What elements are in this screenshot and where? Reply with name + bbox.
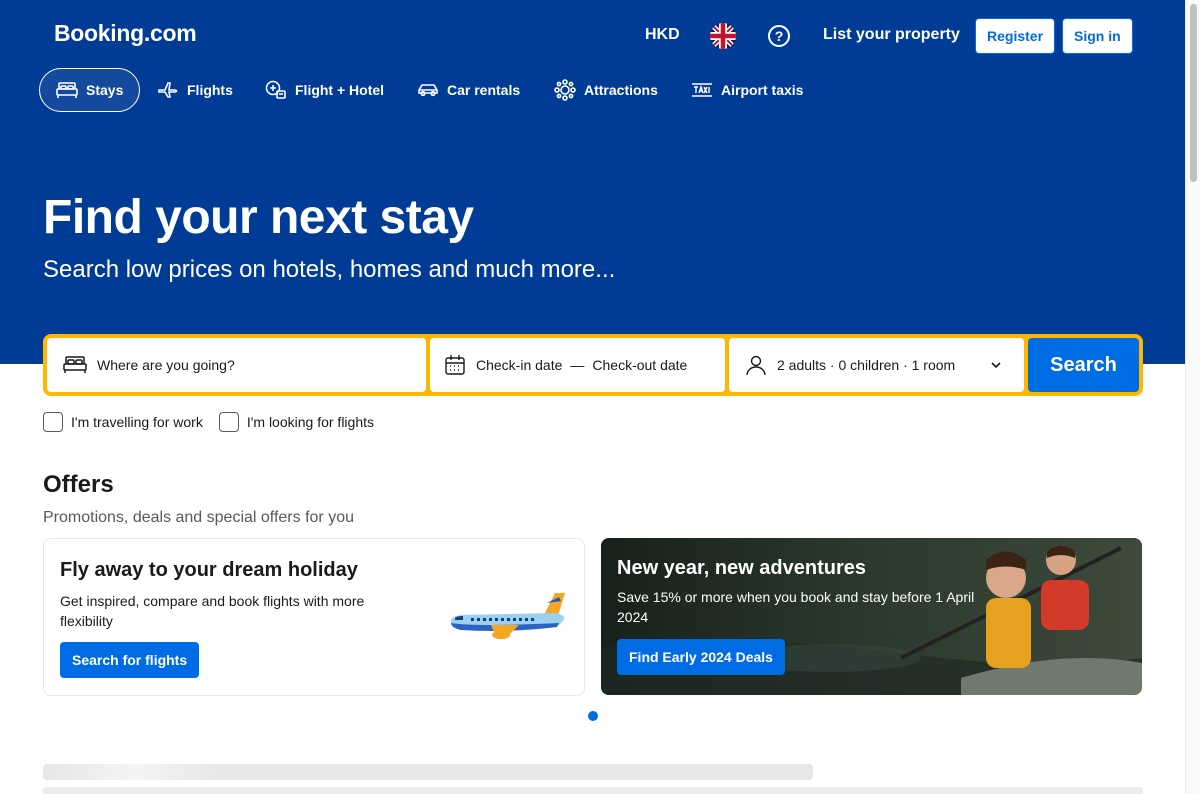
list-your-property-link[interactable]: List your property [823,26,960,44]
offer-card-new-year: New year, new adventures Save 15% or mor… [601,538,1142,695]
header-actions: HKD ? List your property Register Sign i… [0,18,1185,54]
date-separator: — [570,357,585,373]
loading-placeholder [43,764,813,780]
carousel-dot-active[interactable] [588,711,598,721]
nav-label: Airport taxis [721,82,804,98]
flight-hotel-icon [265,80,286,99]
currency-selector[interactable]: HKD [645,26,680,44]
question-circle-icon[interactable]: ? [768,25,790,47]
attractions-icon [554,79,576,101]
checkbox-box[interactable] [218,412,239,432]
nav-tab-stays[interactable]: Stays [39,68,141,112]
offer-title: New year, new adventures [617,557,867,579]
plane-icon [158,82,178,98]
checkin-label: Check-in date [476,357,563,373]
destination-placeholder: Where are you going? [97,357,235,373]
checkbox-label: I'm travelling for work [71,414,203,430]
offer-text: Save 15% or more when you book and stay … [617,589,975,625]
nav-label: Attractions [584,82,658,98]
checkout-label: Check-out date [592,357,688,373]
scrollbar-thumb[interactable] [1190,4,1197,182]
page-scrollbar[interactable] [1185,0,1200,794]
search-options: I'm travelling for work I'm looking for … [43,412,390,432]
car-icon [418,84,438,97]
calendar-icon [445,355,465,375]
checkbox-label: I'm looking for flights [246,414,374,430]
nav-label: Stays [86,82,124,98]
nav-tab-airport-taxis[interactable]: Airport taxis [691,68,803,112]
checkbox-box[interactable] [43,412,63,432]
search-bar: Where are you going? Check-in date — Che… [43,334,1143,396]
search-flights-button[interactable]: Search for flights [60,642,200,678]
hero-banner: Booking.com HKD ? List your property Reg… [0,0,1185,364]
early-deals-button[interactable]: Find Early 2024 Deals [617,639,785,675]
guests-summary: 2 adults · 0 children · 1 room [777,357,956,373]
offer-title: Fly away to your dream holiday [60,559,358,581]
bed-icon [63,356,87,373]
nav-label: Flights [187,82,233,98]
search-button[interactable]: Search [1028,338,1139,392]
loading-placeholder [43,787,1143,794]
nav-tab-attractions[interactable]: Attractions [554,68,658,112]
nav-tab-flight-hotel[interactable]: Flight + Hotel [265,68,384,112]
person-icon [746,355,766,376]
offer-text: Get inspired, compare and book flights w… [60,593,365,629]
sign-in-button[interactable]: Sign in [1062,18,1133,54]
offer-card-flights: Fly away to your dream holiday Get inspi… [43,538,585,696]
nav-label: Flight + Hotel [295,82,385,98]
hero-title: Find your next stay [43,191,474,244]
hero-subtitle: Search low prices on hotels, homes and m… [43,256,616,283]
work-travel-checkbox[interactable]: I'm travelling for work [43,412,203,432]
uk-flag-icon[interactable] [710,23,736,49]
register-button[interactable]: Register [975,18,1056,54]
nav-tab-flights[interactable]: Flights [157,68,233,112]
taxi-icon [692,83,712,97]
date-picker[interactable]: Check-in date — Check-out date [430,338,725,392]
bed-icon [56,82,78,98]
offers-subheading: Promotions, deals and special offers for… [43,509,354,526]
destination-input[interactable]: Where are you going? [47,338,426,392]
offers-heading: Offers [43,471,114,498]
flights-checkbox[interactable]: I'm looking for flights [218,412,374,432]
airplane-illustration [450,593,565,639]
nav-label: Car rentals [447,82,521,98]
guests-selector[interactable]: 2 adults · 0 children · 1 room [729,338,1024,392]
nav-tab-car-rentals[interactable]: Car rentals [417,68,520,112]
chevron-down-icon [991,362,1001,369]
